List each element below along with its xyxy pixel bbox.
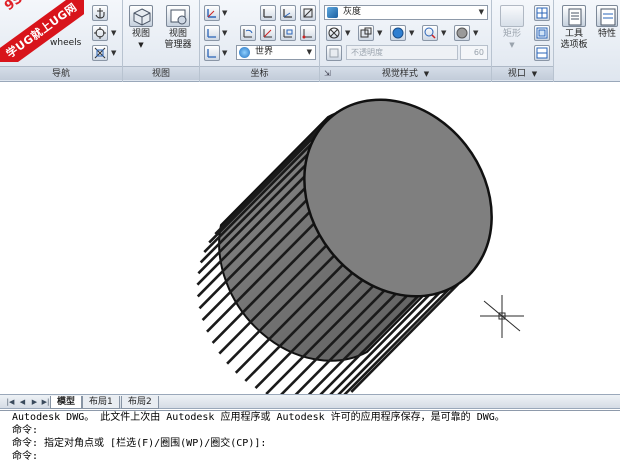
globe-icon — [239, 47, 250, 58]
view-manager-button[interactable]: 视图 管理器 — [159, 5, 197, 51]
view-manager-label-1: 视图 — [168, 29, 187, 39]
layout-tab-bar: |◀ ◀ ▶ ▶| 模型 布局1 布局2 — [0, 394, 620, 409]
tab-layout2[interactable]: 布局2 — [121, 396, 159, 409]
ucs-origin-icon[interactable] — [204, 25, 220, 41]
visual-styles-dropdown-arrow[interactable]: ▼ — [424, 70, 429, 78]
rectangle-viewport-dropdown-arrow[interactable]: ▼ — [496, 40, 528, 51]
panel-title-navigation: 导航 — [0, 66, 122, 80]
opacity-value-text: 60 — [473, 48, 484, 57]
opacity-label: 不透明度 — [351, 48, 383, 57]
ucs-view-icon[interactable] — [260, 25, 276, 41]
last-layout-icon[interactable]: ▶| — [41, 397, 50, 407]
view-manager-label-2: 管理器 — [164, 40, 192, 50]
zoom-extents-icon[interactable] — [92, 45, 108, 61]
orbit-icon[interactable] — [92, 25, 108, 41]
face-style-icon[interactable] — [422, 25, 438, 41]
ucs-icon[interactable] — [204, 5, 220, 21]
command-history-line: 命令: 指定对角点或 [栏选(F)/圈围(WP)/圈交(CP)]: — [12, 438, 267, 449]
watermark-logo: 学UG就上UG网 9SUG — [0, 0, 84, 62]
panel-viewport: 矩形 ▼ 视口 ▼ — [492, 0, 554, 82]
rectangle-viewport-button[interactable]: 矩形 ▼ — [496, 5, 528, 51]
ucs-dropdown-arrow[interactable]: ▼ — [222, 9, 227, 17]
viewport-panel-dropdown-arrow[interactable]: ▼ — [532, 70, 537, 78]
watermark-text: 9SUG — [2, 0, 43, 14]
properties-icon — [596, 5, 618, 27]
visual-style-value: 灰度 — [343, 7, 362, 17]
panel-view: 视图 ▼ 视图 管理器 视图 — [123, 0, 200, 82]
opacity-slider[interactable]: 不透明度 — [346, 45, 458, 60]
properties-label: 特性 — [597, 29, 616, 39]
ucs-z-icon[interactable] — [300, 5, 316, 21]
ucs-y-icon[interactable] — [280, 5, 296, 21]
tool-palettes-label-2: 选项板 — [560, 40, 588, 50]
command-history-line: Autodesk DWG。 此文件上次由 Autodesk 应用程序或 Auto… — [12, 412, 505, 423]
rectangle-viewport-label: 矩形 — [502, 29, 521, 39]
view-cube-icon — [129, 5, 153, 27]
visual-style-swatch-icon — [327, 7, 338, 18]
crosshair-cursor-icon — [480, 295, 524, 338]
viewport-named-icon[interactable] — [534, 5, 550, 21]
xray-dropdown-arrow[interactable]: ▼ — [345, 29, 350, 37]
command-input-line[interactable]: 命令: — [0, 450, 620, 463]
viewport-clip-icon[interactable] — [534, 25, 550, 41]
tool-palettes-button[interactable]: 工具 选项板 — [556, 5, 592, 51]
view-manager-icon — [166, 5, 190, 27]
opacity-icon[interactable] — [326, 45, 342, 61]
view-button-label: 视图 — [131, 29, 150, 39]
model-canvas — [196, 83, 530, 406]
panel-coordinates: ▼ ▼ ▼ 世界 ▼ 坐标 — [200, 0, 320, 82]
cylinder-model[interactable] — [196, 83, 530, 406]
ucs-origin-dropdown-arrow[interactable]: ▼ — [222, 29, 227, 37]
ucs-combo-caret: ▼ — [306, 48, 312, 56]
panel-title-visual-styles: 视觉样式 ▼ — [320, 66, 491, 80]
ribbon: ▼ ▼ wheels 导航 视图 ▼ 视图 管理器 视图 ▼ ▼ ▼ 世界 ▼ … — [0, 0, 620, 82]
panel-title-viewport-text: 视口 — [507, 69, 526, 79]
tool-palettes-label-1: 工具 — [564, 29, 583, 39]
edge-effects-dropdown-arrow[interactable]: ▼ — [377, 29, 382, 37]
first-layout-icon[interactable]: |◀ — [6, 397, 15, 407]
ucs-combo-value: 世界 — [255, 47, 274, 57]
tab-layout1[interactable]: 布局1 — [82, 396, 120, 409]
face-style-dropdown-arrow[interactable]: ▼ — [441, 29, 446, 37]
panel-visual-styles: 灰度 ▼ ▼ ▼ ▼ ▼ ▼ 不透明度 60 视觉样式 ▼ ⇲ — [320, 0, 492, 82]
viewport-join-icon[interactable] — [534, 45, 550, 61]
panel-title-view: 视图 — [123, 66, 199, 80]
opacity-value[interactable]: 60 — [460, 45, 488, 60]
view-button[interactable]: 视图 ▼ — [126, 5, 156, 51]
material-dropdown-arrow[interactable]: ▼ — [473, 29, 478, 37]
panel-title-visual-styles-text: 视觉样式 — [381, 69, 418, 79]
command-history-line: 命令: — [12, 425, 39, 436]
xray-icon[interactable] — [326, 25, 342, 41]
rectangle-viewport-icon — [500, 5, 524, 27]
ucs-world-dropdown-arrow[interactable]: ▼ — [222, 49, 227, 57]
visual-style-combo[interactable]: 灰度 ▼ — [324, 5, 488, 20]
view-dropdown-arrow[interactable]: ▼ — [126, 40, 156, 51]
ucs-previous-icon[interactable] — [240, 25, 256, 41]
ucs-combo[interactable]: 世界 ▼ — [236, 45, 316, 60]
shadow-dropdown-arrow[interactable]: ▼ — [409, 29, 414, 37]
drawing-viewport[interactable] — [0, 83, 620, 406]
material-sphere-icon[interactable] — [454, 25, 470, 41]
zoom-dropdown-arrow[interactable]: ▼ — [111, 49, 116, 57]
prev-layout-icon[interactable]: ◀ — [18, 397, 27, 407]
ucs-world-icon[interactable] — [204, 45, 220, 61]
edge-effects-icon[interactable] — [358, 25, 374, 41]
properties-button[interactable]: 特性 — [594, 5, 620, 40]
pan-icon[interactable] — [92, 5, 108, 21]
panel-title-viewport: 视口 ▼ — [492, 66, 553, 80]
ucs-3point-icon[interactable] — [300, 25, 316, 41]
command-window[interactable]: Autodesk DWG。 此文件上次由 Autodesk 应用程序或 Auto… — [0, 410, 620, 465]
visual-styles-launcher-icon[interactable]: ⇲ — [324, 69, 331, 78]
visual-style-caret: ▼ — [478, 8, 484, 16]
tab-model[interactable]: 模型 — [50, 396, 83, 409]
panel-title-coordinates: 坐标 — [200, 66, 319, 80]
ucs-x-icon[interactable] — [260, 5, 276, 21]
orbit-dropdown-arrow[interactable]: ▼ — [111, 29, 116, 37]
ucs-object-icon[interactable] — [280, 25, 296, 41]
tool-palettes-icon — [562, 5, 586, 27]
next-layout-icon[interactable]: ▶ — [30, 397, 39, 407]
shadow-sphere-icon[interactable] — [390, 25, 406, 41]
